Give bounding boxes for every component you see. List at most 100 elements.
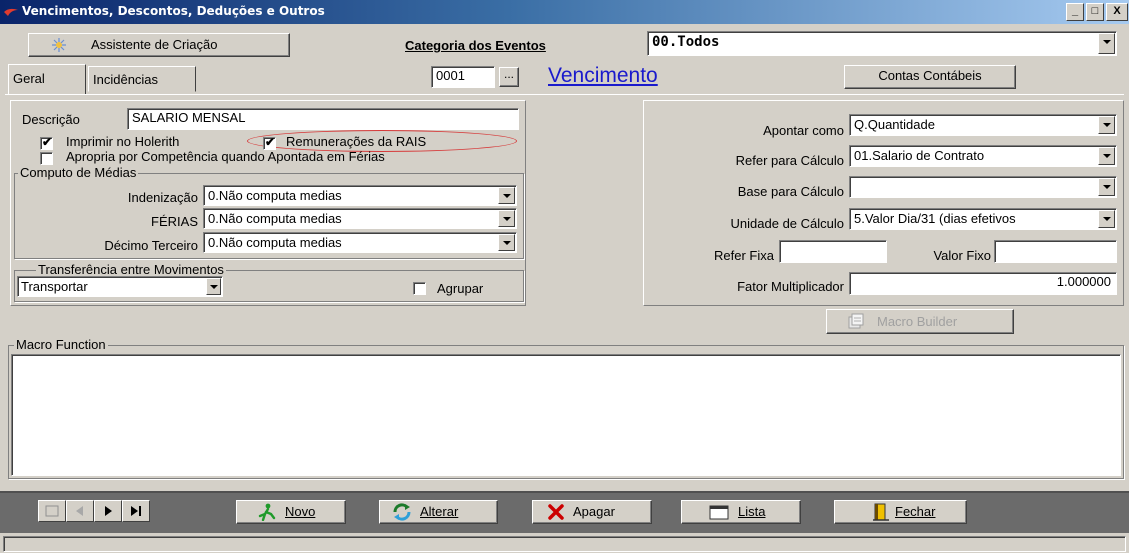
- fator-field[interactable]: 1.000000: [849, 272, 1117, 295]
- maximize-icon: □: [1091, 5, 1099, 17]
- decimo-label: Décimo Terceiro: [104, 238, 198, 253]
- chevron-down-icon: [1103, 185, 1111, 189]
- minimize-button[interactable]: _: [1066, 3, 1084, 21]
- maximize-button[interactable]: □: [1086, 3, 1104, 21]
- ferias-label: FÉRIAS: [151, 214, 198, 229]
- agrupar-label: Agrupar: [437, 281, 484, 296]
- category-dropdown-button[interactable]: [1098, 33, 1115, 54]
- app-icon: [4, 8, 18, 16]
- transfer-dropdown-button[interactable]: [206, 278, 221, 295]
- apropria-checkbox[interactable]: [40, 152, 53, 165]
- fator-value: 1.000000: [1056, 274, 1111, 289]
- last-record-button[interactable]: [122, 500, 150, 522]
- event-code-lookup-button[interactable]: ...: [499, 67, 519, 87]
- tab-geral-label: Geral: [13, 71, 45, 86]
- unidade-calc-label: Unidade de Cálculo: [730, 216, 844, 231]
- lista-label: Lista: [738, 504, 766, 519]
- alterar-button[interactable]: Alterar: [379, 500, 498, 524]
- last-record-icon: [131, 506, 141, 516]
- category-select[interactable]: 00.Todos: [647, 31, 1117, 56]
- refresh-icon: [393, 503, 411, 521]
- chevron-down-icon: [210, 285, 218, 289]
- apropria-label: Apropria por Competência quando Apontada…: [66, 149, 385, 164]
- description-field[interactable]: SALARIO MENSAL: [127, 108, 519, 130]
- apagar-button[interactable]: Apagar: [532, 500, 652, 524]
- description-value: SALARIO MENSAL: [132, 110, 246, 125]
- checkmark-icon: ✔: [265, 135, 276, 149]
- indenizacao-label: Indenização: [127, 190, 198, 205]
- refer-fixa-field[interactable]: [779, 240, 887, 263]
- ellipsis-icon: ...: [503, 67, 514, 81]
- previous-record-button[interactable]: [66, 500, 94, 522]
- close-icon: X: [1113, 5, 1121, 17]
- refer-calc-select[interactable]: 01.Salario de Contrato: [849, 145, 1117, 167]
- lista-button[interactable]: Lista: [681, 500, 801, 524]
- accounts-button[interactable]: Contas Contábeis: [844, 65, 1016, 89]
- apontar-label: Apontar como: [763, 123, 844, 138]
- transfer-select[interactable]: Transportar: [17, 276, 223, 297]
- averages-group-title: Computo de Médias: [18, 165, 139, 180]
- base-calc-dropdown-button[interactable]: [1098, 178, 1115, 196]
- ferias-dropdown-button[interactable]: [498, 210, 515, 227]
- valor-fixo-label: Valor Fixo: [933, 248, 991, 263]
- unidade-calc-value: 5.Valor Dia/31 (dias efetivos: [854, 211, 1016, 226]
- close-button[interactable]: X: [1106, 3, 1128, 21]
- previous-icon: [76, 506, 83, 516]
- novo-button[interactable]: Novo: [236, 500, 346, 524]
- title-bar[interactable]: Vencimentos, Descontos, Deduções e Outro…: [0, 0, 1129, 24]
- exit-door-icon: [873, 503, 889, 521]
- delete-x-icon: [548, 504, 564, 520]
- refer-calc-dropdown-button[interactable]: [1098, 147, 1115, 165]
- description-label: Descrição: [22, 112, 80, 127]
- window-title: Vencimentos, Descontos, Deduções e Outro…: [22, 4, 325, 18]
- rais-label: Remunerações da RAIS: [286, 134, 427, 149]
- apontar-select[interactable]: Q.Quantidade: [849, 114, 1117, 136]
- chevron-down-icon: [1103, 40, 1111, 44]
- wizard-icon: [52, 38, 66, 52]
- macro-builder-button[interactable]: Macro Builder: [826, 309, 1014, 334]
- indenizacao-select[interactable]: 0.Não computa medias: [203, 185, 517, 206]
- next-icon: [105, 506, 112, 516]
- apontar-dropdown-button[interactable]: [1098, 116, 1115, 134]
- wizard-button[interactable]: Assistente de Criação: [28, 33, 290, 57]
- event-code-field[interactable]: 0001: [431, 66, 495, 88]
- fator-label: Fator Multiplicador: [737, 279, 844, 294]
- tab-incidencias[interactable]: Incidências: [88, 66, 196, 92]
- chevron-down-icon: [503, 217, 511, 221]
- minimize-icon: _: [1071, 5, 1079, 17]
- first-record-button[interactable]: [38, 500, 66, 522]
- indenizacao-value: 0.Não computa medias: [208, 188, 342, 203]
- main-window: Vencimentos, Descontos, Deduções e Outro…: [0, 0, 1129, 553]
- unidade-calc-dropdown-button[interactable]: [1098, 210, 1115, 228]
- tab-geral[interactable]: Geral: [8, 64, 86, 94]
- fechar-button[interactable]: Fechar: [834, 500, 967, 524]
- chevron-down-icon: [1103, 123, 1111, 127]
- macro-function-editor[interactable]: [11, 354, 1121, 476]
- list-window-icon: [709, 505, 729, 520]
- base-calc-select[interactable]: [849, 176, 1117, 198]
- event-name-link[interactable]: Vencimento: [548, 64, 658, 88]
- first-record-icon: [45, 505, 59, 517]
- apontar-value: Q.Quantidade: [854, 117, 935, 132]
- next-record-button[interactable]: [94, 500, 122, 522]
- decimo-dropdown-button[interactable]: [498, 234, 515, 251]
- chevron-down-icon: [1103, 217, 1111, 221]
- macro-function-title: Macro Function: [14, 337, 108, 352]
- transfer-group-title: Transferência entre Movimentos: [36, 262, 226, 277]
- refer-calc-label: Refer para Cálculo: [735, 153, 844, 168]
- event-code-value: 0001: [436, 68, 465, 83]
- base-calc-label: Base para Cálculo: [737, 184, 844, 199]
- apagar-label: Apagar: [573, 504, 615, 519]
- chevron-down-icon: [503, 241, 511, 245]
- category-label: Categoria dos Eventos: [405, 38, 546, 53]
- unidade-calc-select[interactable]: 5.Valor Dia/31 (dias efetivos: [849, 208, 1117, 230]
- decimo-select[interactable]: 0.Não computa medias: [203, 232, 517, 253]
- ferias-value: 0.Não computa medias: [208, 211, 342, 226]
- checkmark-icon: ✔: [42, 135, 53, 149]
- valor-fixo-field[interactable]: [994, 240, 1117, 263]
- ferias-select[interactable]: 0.Não computa medias: [203, 208, 517, 229]
- category-value: 00.Todos: [652, 34, 720, 50]
- agrupar-checkbox[interactable]: [413, 282, 426, 295]
- indenizacao-dropdown-button[interactable]: [498, 187, 515, 204]
- print-holerith-checkbox[interactable]: ✔: [40, 135, 53, 150]
